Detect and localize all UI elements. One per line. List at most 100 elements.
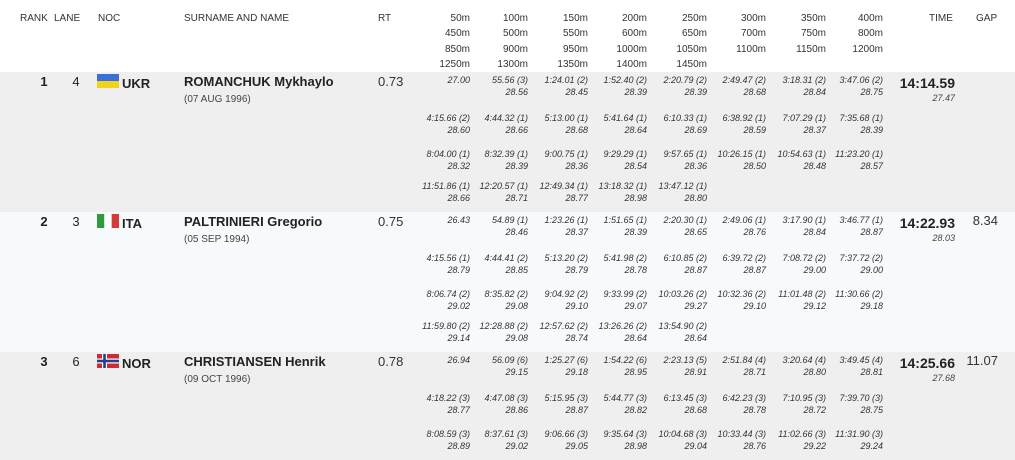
split-lap-time: 28.87 (860, 227, 883, 237)
split-cumulative-time: 11:23.20 (1) (835, 149, 883, 159)
split-cell: 11:30.66 (2) 29.18 (803, 288, 883, 312)
split-header-label: 250m (681, 13, 707, 24)
split-header-label: 300m (740, 13, 766, 24)
split-cumulative-time: 3:49.45 (4) (839, 355, 883, 365)
split-cumulative-time: 11:30.66 (2) (835, 289, 883, 299)
split-header-label: 1150m (796, 43, 826, 55)
split-cumulative-time: 13:54.90 (2) (658, 321, 707, 331)
split-cumulative-time: 7:35.68 (1) (839, 113, 883, 123)
athlete-dob: (07 AUG 1996) (184, 94, 251, 105)
split-header-label: 450m (444, 28, 470, 40)
split-lap-time: 28.39 (860, 125, 883, 135)
header-rank: RANK (20, 13, 48, 24)
split-header-label: 850m (444, 43, 470, 55)
lane-value: 3 (72, 214, 80, 229)
split-lap-time: 28.75 (860, 87, 883, 97)
header-name: SURNAME AND NAME (184, 13, 290, 24)
final-time: 14:14.59 (899, 75, 955, 91)
final-time: 14:22.93 (899, 215, 955, 231)
split-header-label: 800m (857, 28, 883, 40)
result-row: 2 3 ITA PALTRINIERI Gregorio (05 SEP 1994) 0.… (0, 212, 1015, 352)
split-header-label: 500m (502, 28, 528, 40)
athlete-name: CHRISTIANSEN Henrik (184, 354, 326, 369)
result-row: 1 4 UKR ROMANCHUK Mykhaylo (07 AUG 1996) 0.73… (0, 72, 1015, 212)
final-time: 14:25.66 (899, 355, 955, 371)
header-gap: GAP (976, 13, 998, 24)
header-time: TIME (929, 13, 953, 24)
split-cell: 3:49.45 (4) 28.81 (803, 354, 883, 378)
split-header-column: 100m 500m 900m 1300m (468, 11, 528, 72)
lane-value: 4 (72, 74, 80, 89)
split-header-label: 200m (621, 13, 647, 24)
split-header-label: 1350m (557, 58, 588, 70)
rank-value: 3 (40, 354, 48, 369)
time-gap: 8.34 (972, 213, 998, 228)
norway-flag (97, 354, 119, 368)
last-lap-split: 28.03 (932, 233, 955, 243)
split-cumulative-time: 3:46.77 (1) (839, 215, 883, 225)
split-cell: 11:31.90 (3) 29.24 (803, 428, 883, 452)
split-header-column: 50m 450m 850m 1250m (410, 11, 470, 72)
split-header-label: 50m (450, 13, 470, 24)
header-noc: NOC (98, 13, 121, 24)
split-cell: 13:47.12 (1) 28.80 (627, 180, 707, 204)
noc-code: NOR (122, 356, 151, 371)
split-cumulative-time: 7:37.72 (2) (839, 253, 883, 263)
last-lap-split: 27.68 (932, 373, 955, 383)
split-header-label: 1100m (736, 43, 766, 55)
header-rt: RT (378, 13, 392, 24)
split-lap-time: 28.64 (684, 333, 707, 343)
split-header-label: 100m (502, 13, 528, 24)
split-header-label: 650m (681, 28, 707, 40)
split-header-label: 600m (621, 28, 647, 40)
split-header-column: 150m 550m 950m 1350m (528, 11, 588, 72)
time-gap: 11.07 (966, 353, 998, 368)
split-header-label: 700m (740, 28, 766, 40)
split-header-column: 300m 700m 1100m (706, 11, 766, 57)
split-cumulative-time: 13:47.12 (1) (658, 181, 707, 191)
split-lap-time: 28.80 (684, 193, 707, 203)
split-cell: 7:37.72 (2) 29.00 (803, 252, 883, 276)
ukraine-flag (97, 74, 119, 88)
split-header-column: 200m 600m 1000m 1400m (587, 11, 647, 72)
split-cumulative-time: 3:47.06 (2) (839, 75, 883, 85)
athlete-dob: (09 OCT 1996) (184, 374, 251, 385)
last-lap-split: 27.47 (932, 93, 955, 103)
split-cumulative-time: 11:31.90 (3) (835, 429, 883, 439)
result-row: 3 6 NOR CHRISTIANSEN Henrik (09 OCT 1996) 0.7… (0, 352, 1015, 460)
split-header-label: 750m (800, 28, 826, 40)
split-header-label: 900m (502, 43, 528, 55)
split-cell: 3:46.77 (1) 28.87 (803, 214, 883, 238)
noc-code: ITA (122, 216, 142, 231)
split-header-label: 1200m (852, 43, 883, 55)
split-header-label: 550m (562, 28, 588, 40)
noc-code: UKR (122, 76, 151, 91)
split-header-label: 350m (800, 13, 826, 24)
split-cell: 11:23.20 (1) 28.57 (803, 148, 883, 172)
rank-value: 2 (40, 214, 48, 229)
rank-value: 1 (40, 74, 48, 89)
athlete-name: ROMANCHUK Mykhaylo (184, 74, 334, 89)
results-header: RANK LANE NOC SURNAME AND NAME RT TIME G… (0, 0, 1015, 72)
split-header-label: 400m (857, 13, 883, 24)
header-lane: LANE (54, 13, 81, 24)
split-header-column: 400m 800m 1200m (823, 11, 883, 57)
split-header-label: 1250m (439, 58, 470, 70)
split-header-label: 1400m (616, 58, 647, 70)
split-header-label: 1000m (616, 43, 647, 55)
split-header-label: 1450m (676, 58, 707, 70)
split-cell: 7:35.68 (1) 28.39 (803, 112, 883, 136)
split-header-label: 1300m (497, 58, 528, 70)
athlete-dob: (05 SEP 1994) (184, 234, 250, 245)
split-cumulative-time: 7:39.70 (3) (839, 393, 883, 403)
split-header-column: 350m 750m 1150m (766, 11, 826, 57)
split-header-column: 250m 650m 1050m 1450m (647, 11, 707, 72)
split-lap-time: 28.75 (860, 405, 883, 415)
split-header-label: 950m (562, 43, 588, 55)
split-lap-time: 29.24 (860, 441, 883, 451)
italy-flag (97, 214, 119, 228)
lane-value: 6 (72, 354, 80, 369)
split-lap-time: 28.81 (860, 367, 883, 377)
athlete-name: PALTRINIERI Gregorio (184, 214, 323, 229)
split-cell: 7:39.70 (3) 28.75 (803, 392, 883, 416)
